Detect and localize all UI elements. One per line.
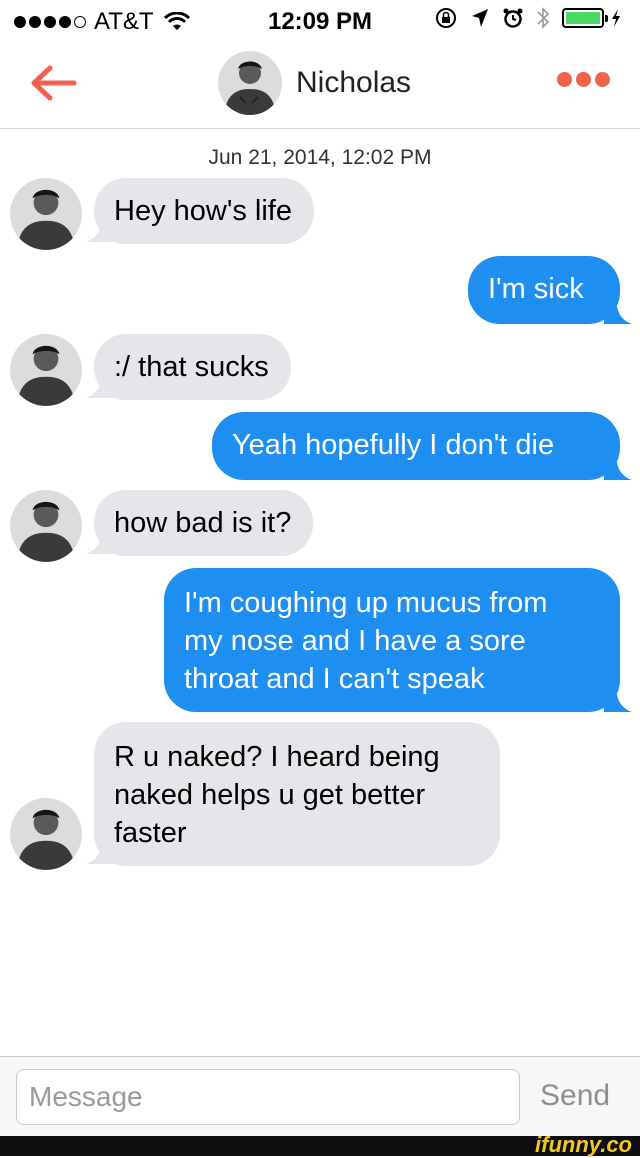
message-line: throat and I can't speak [184, 663, 485, 695]
message-text: :/ that sucks [114, 351, 269, 383]
avatar[interactable] [10, 490, 82, 562]
message-line: faster [114, 817, 187, 849]
avatar[interactable] [10, 178, 82, 250]
battery-icon [562, 8, 608, 28]
conversation-header: Nicholas [0, 40, 640, 129]
avatar-photo [10, 334, 82, 406]
alarm-icon [503, 8, 523, 28]
status-bar: AT&T 12:09 PM [0, 0, 640, 40]
message-bubble-outgoing: I'm sick [468, 256, 620, 324]
more-dot [557, 72, 572, 87]
message-line: R u naked? I heard being [114, 741, 440, 773]
location-arrow-icon [472, 9, 488, 27]
contact-name: Nicholas [296, 66, 412, 99]
message-bubble-incoming: :/ that sucks [94, 334, 291, 400]
message-bubble-incoming: Hey how's life [94, 178, 314, 244]
composer-bar: Send [0, 1056, 640, 1137]
contact-header[interactable]: Nicholas [218, 51, 411, 115]
battery-tip [605, 15, 608, 22]
message-text: how bad is it? [114, 507, 292, 539]
avatar-photo [10, 178, 82, 250]
watermark-strip: ifunny.co [0, 1132, 640, 1157]
message-line: my nose and I have a sore [184, 625, 526, 657]
message-bubble-outgoing: I'm coughing up mucus from my nose and I… [164, 568, 620, 712]
avatar-photo [10, 798, 82, 870]
message-text: I'm sick [488, 273, 584, 305]
bluetooth-icon [537, 7, 550, 29]
watermark-logo: ifunny.co [535, 1132, 632, 1157]
message-line: I'm coughing up mucus from [184, 587, 548, 619]
back-arrow-icon[interactable] [28, 62, 80, 104]
send-button[interactable]: Send [540, 1079, 610, 1113]
status-icons [434, 6, 622, 30]
charging-bolt-icon [612, 9, 620, 27]
message-timestamp: Jun 21, 2014, 12:02 PM [208, 146, 432, 169]
avatar[interactable] [10, 798, 82, 870]
avatar-photo [10, 490, 82, 562]
lock-rotation-icon [436, 8, 456, 28]
message-text: Hey how's life [114, 195, 292, 227]
more-dot [576, 72, 591, 87]
message-bubble-outgoing: Yeah hopefully I don't die [212, 412, 620, 480]
battery-fill [566, 12, 600, 24]
avatar [218, 51, 282, 115]
more-dots-icon[interactable] [557, 72, 610, 87]
message-input[interactable] [16, 1069, 520, 1125]
more-dot [595, 72, 610, 87]
avatar-photo [218, 51, 282, 115]
message-line: naked helps u get better [114, 779, 426, 811]
message-bubble-incoming: R u naked? I heard being naked helps u g… [94, 722, 500, 866]
message-text: Yeah hopefully I don't die [232, 429, 555, 461]
message-bubble-incoming: how bad is it? [94, 490, 314, 556]
avatar[interactable] [10, 334, 82, 406]
